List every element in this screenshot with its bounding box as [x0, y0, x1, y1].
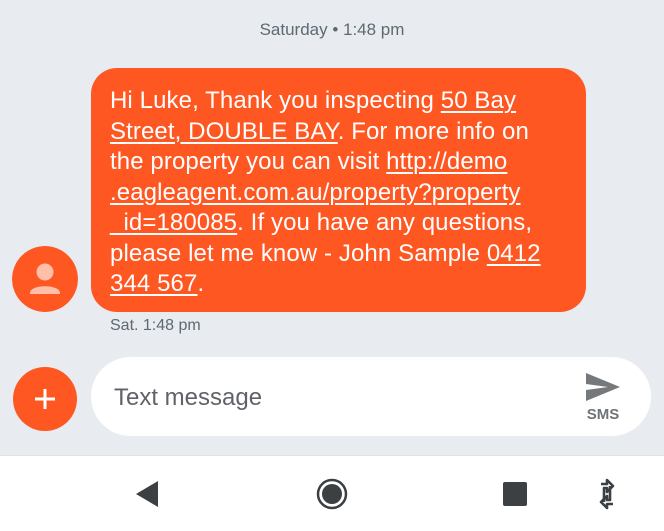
nav-recents-button[interactable]	[493, 472, 537, 516]
nav-back-button[interactable]	[124, 472, 168, 516]
message-text: the property you can visit	[110, 148, 387, 175]
add-attachment-button[interactable]	[13, 367, 77, 431]
send-sms-button[interactable]: SMS	[579, 369, 627, 427]
send-label: SMS	[586, 406, 620, 423]
send-icon	[586, 373, 620, 401]
system-navigation-bar	[0, 455, 664, 531]
message-line: please let me know - John Sample 0412	[110, 239, 570, 270]
message-text: .	[197, 270, 205, 297]
message-link[interactable]: _id=180085	[110, 209, 237, 236]
contact-avatar[interactable]	[12, 246, 78, 312]
message-bubble[interactable]: Hi Luke, Thank you inspecting 50 Bay Stre…	[91, 68, 586, 312]
recents-square-icon	[503, 482, 527, 506]
message-line: .eagleagent.com.au/property?property	[110, 178, 570, 209]
message-line: the property you can visit http://demo	[110, 147, 570, 178]
message-text: Hi Luke, Thank you inspecting	[110, 87, 441, 114]
person-icon	[12, 246, 78, 312]
date-header: Saturday • 1:48 pm	[259, 20, 405, 39]
rotate-icon	[599, 478, 615, 510]
message-line: Street, DOUBLE BAY. For more info on	[110, 117, 570, 148]
rotate-screen-button[interactable]	[585, 472, 629, 516]
message-link[interactable]: 344 567	[110, 270, 197, 297]
message-link[interactable]: http://demo	[386, 148, 507, 175]
message-text: . If you have any questions,	[237, 209, 533, 236]
message-line: _id=180085. If you have any questions,	[110, 208, 570, 239]
message-link[interactable]: 0412	[487, 240, 541, 267]
conversation-area[interactable]: Saturday • 1:48 pm Hi Luke, Thank you in…	[0, 0, 664, 455]
back-triangle-icon	[136, 481, 158, 507]
plus-icon	[13, 367, 77, 431]
text-message-input[interactable]	[114, 382, 554, 414]
nav-home-button[interactable]	[310, 472, 354, 516]
message-link[interactable]: 50 Bay	[441, 87, 516, 114]
message-link[interactable]: .eagleagent.com.au/property?property	[110, 179, 521, 206]
message-text: . For more info on	[337, 117, 529, 145]
compose-bar: SMS	[91, 357, 651, 436]
message-timestamp: Sat. 1:48 pm	[110, 317, 201, 334]
message-link[interactable]: Street, DOUBLE BAY	[110, 118, 338, 145]
home-circle-icon	[316, 478, 348, 510]
message-line: Hi Luke, Thank you inspecting 50 Bay	[110, 86, 570, 117]
message-line: 344 567.	[110, 269, 570, 300]
message-text: please let me know - John Sample	[110, 239, 487, 267]
